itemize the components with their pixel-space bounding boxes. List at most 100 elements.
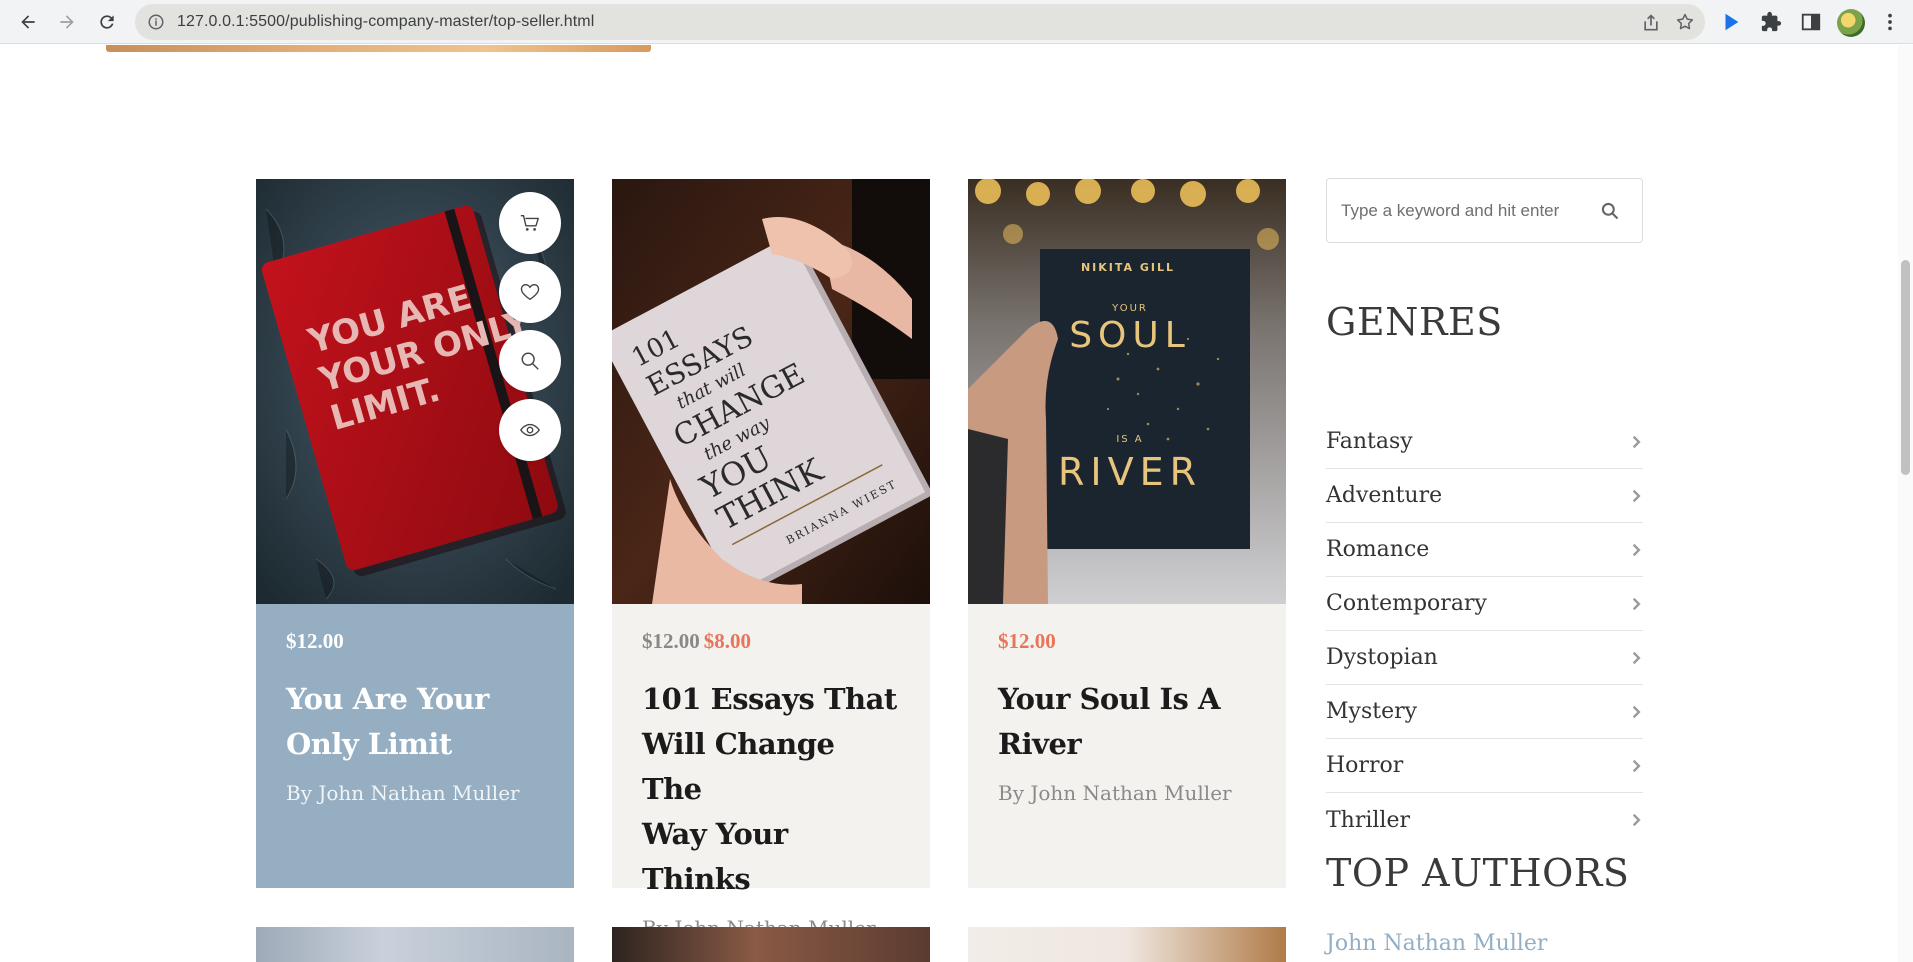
cover-text: IS A	[1116, 434, 1143, 445]
share-icon[interactable]	[1641, 13, 1661, 33]
reload-icon	[100, 15, 114, 29]
book-card-partial[interactable]	[968, 927, 1286, 962]
book-title[interactable]: Your Soul Is A River	[998, 677, 1256, 767]
bookmark-star-icon[interactable]	[1675, 12, 1695, 32]
chevron-right-icon	[1632, 759, 1641, 772]
eye-icon	[520, 423, 540, 437]
cover-text: YOUR	[1111, 303, 1148, 314]
book-info: $12.00 Your Soul Is A River By John Nath…	[968, 604, 1286, 888]
genre-item-thriller[interactable]: Thriller	[1326, 793, 1643, 847]
genre-item-mystery[interactable]: Mystery	[1326, 685, 1643, 739]
book-cover-art: 101 ESSAYS that will CHANGE the way YOU …	[612, 179, 930, 604]
book-title-line: Your Soul Is A	[998, 682, 1220, 716]
arrow-right-icon	[60, 15, 74, 29]
book-cover-image[interactable]: YOU ARE YOUR ONLY LIMIT.	[256, 179, 574, 604]
book-cover-art: NIKITA GILL YOUR SOUL IS A RIVER	[968, 179, 1286, 604]
back-button[interactable]	[14, 8, 42, 36]
book-title[interactable]: 101 Essays That Will Change The Way Your…	[642, 677, 900, 902]
book-title-line: 101 Essays That	[642, 682, 897, 716]
book-author: By John Nathan Muller	[286, 781, 520, 805]
site-info-icon[interactable]	[147, 13, 165, 31]
chevron-right-icon	[1632, 435, 1641, 448]
genre-item-dystopian[interactable]: Dystopian	[1326, 631, 1643, 685]
search-icon[interactable]	[1600, 201, 1620, 221]
extension-play-button[interactable]	[1719, 10, 1743, 34]
genre-item-romance[interactable]: Romance	[1326, 523, 1643, 577]
book-card[interactable]: YOU ARE YOUR ONLY LIMIT. $12.00 You Are …	[256, 179, 574, 888]
top-authors-heading: TOP AUTHORS	[1326, 851, 1630, 895]
book-price: $12.00	[286, 629, 344, 653]
puzzle-icon	[1761, 11, 1782, 32]
book-info: $12.00 You Are Your Only Limit By John N…	[256, 604, 574, 888]
genre-label: Adventure	[1326, 483, 1443, 508]
address-bar[interactable]: 127.0.0.1:5500/publishing-company-master…	[135, 4, 1705, 40]
chevron-right-icon	[1632, 813, 1641, 827]
book-cover-image[interactable]: 101 ESSAYS that will CHANGE the way YOU …	[612, 179, 930, 604]
chevron-right-icon	[1632, 597, 1641, 610]
chevron-right-icon	[1632, 651, 1641, 664]
sidebar-search	[1326, 178, 1643, 243]
play-arrow-icon	[1725, 13, 1739, 31]
genre-label: Romance	[1326, 537, 1430, 562]
book-old-price: $12.00	[642, 629, 700, 653]
genre-item-contemporary[interactable]: Contemporary	[1326, 577, 1643, 631]
add-to-cart-button[interactable]	[499, 192, 561, 254]
book-card-partial[interactable]	[612, 927, 930, 962]
genre-item-horror[interactable]: Horror	[1326, 739, 1643, 793]
add-to-wishlist-button[interactable]	[499, 261, 561, 323]
zoom-image-button[interactable]	[499, 330, 561, 392]
genre-item-adventure[interactable]: Adventure	[1326, 469, 1643, 523]
side-panel-button[interactable]	[1799, 10, 1823, 34]
book-sale-price: $8.00	[703, 629, 751, 653]
search-icon	[521, 352, 539, 370]
book-card[interactable]: 101 ESSAYS that will CHANGE the way YOU …	[612, 179, 930, 940]
url-text: 127.0.0.1:5500/publishing-company-master…	[177, 13, 595, 30]
page-content: YOU ARE YOUR ONLY LIMIT. $12.00 You Are …	[0, 45, 1913, 962]
book-title-line: Way Your Thinks	[642, 817, 788, 896]
scrollbar-thumb[interactable]	[1901, 260, 1910, 475]
page-scrollbar[interactable]	[1898, 45, 1913, 962]
extensions-button[interactable]	[1759, 10, 1783, 34]
cover-text: SOUL	[1069, 315, 1191, 356]
search-input[interactable]	[1341, 195, 1581, 227]
arrow-left-icon	[21, 15, 35, 29]
genre-label: Contemporary	[1326, 591, 1487, 616]
book-title[interactable]: You Are Your Only Limit	[286, 677, 544, 767]
chevron-right-icon	[1632, 489, 1641, 502]
book-title-line: River	[998, 727, 1082, 761]
quick-view-button[interactable]	[499, 399, 561, 461]
book-title-line: You Are Your	[286, 682, 489, 716]
cover-text: NIKITA GILL	[1081, 261, 1175, 274]
book-price: $12.00 $8.00	[642, 629, 900, 659]
forward-button[interactable]	[53, 8, 81, 36]
book-card[interactable]: NIKITA GILL YOUR SOUL IS A RIVER $12.00 …	[968, 179, 1286, 888]
book-title-line: Will Change The	[642, 727, 835, 806]
genre-label: Mystery	[1326, 699, 1418, 724]
book-price: $12.00	[998, 629, 1056, 653]
chevron-right-icon	[1632, 543, 1641, 556]
side-panel-icon	[1801, 13, 1821, 31]
book-info: $12.00 $8.00 101 Essays That Will Change …	[612, 604, 930, 940]
book-title-line: Only Limit	[286, 727, 452, 761]
genre-list: Fantasy Adventure Romance Contemporary D…	[1326, 415, 1643, 847]
chevron-right-icon	[1632, 705, 1641, 718]
book-author: By John Nathan Muller	[998, 781, 1232, 805]
kebab-menu-icon	[1888, 13, 1892, 31]
genres-heading: GENRES	[1326, 300, 1503, 344]
genre-label: Fantasy	[1326, 429, 1413, 454]
genre-item-fantasy[interactable]: Fantasy	[1326, 415, 1643, 469]
browser-menu-button[interactable]	[1878, 10, 1902, 34]
profile-avatar[interactable]	[1837, 9, 1865, 37]
book-card-partial[interactable]	[256, 927, 574, 962]
genre-label: Thriller	[1326, 807, 1411, 833]
book-cover-image[interactable]: NIKITA GILL YOUR SOUL IS A RIVER	[968, 179, 1286, 604]
previous-section-image	[106, 45, 651, 52]
cover-text: RIVER	[1058, 450, 1202, 494]
cart-icon	[520, 214, 539, 231]
browser-toolbar: 127.0.0.1:5500/publishing-company-master…	[0, 0, 1913, 44]
reload-button[interactable]	[93, 8, 121, 36]
top-author-link[interactable]: John Nathan Muller	[1326, 931, 1547, 956]
genre-label: Dystopian	[1326, 645, 1438, 670]
heart-icon	[520, 283, 540, 301]
genre-label: Horror	[1326, 753, 1404, 778]
